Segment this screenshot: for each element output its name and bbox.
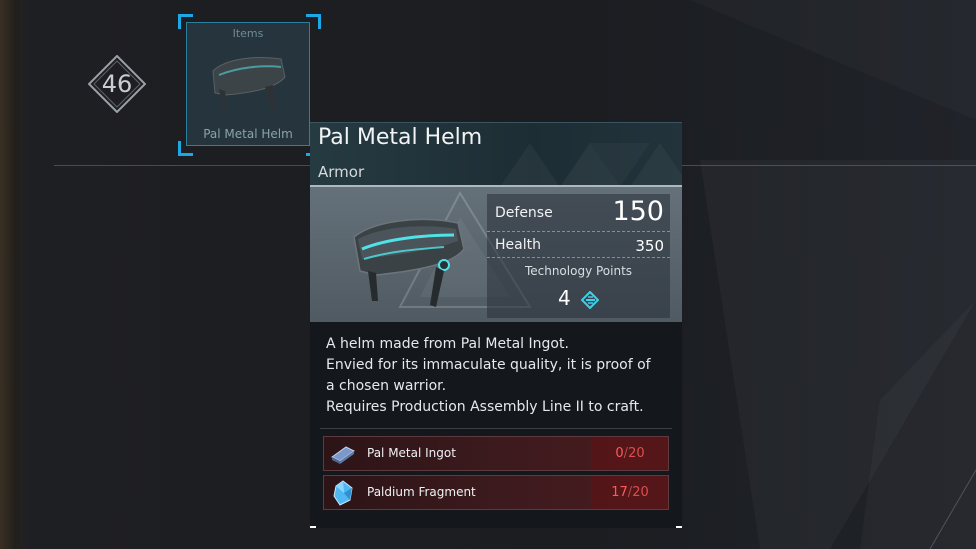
item-description-area: A helm made from Pal Metal Ingot. Envied…	[310, 322, 682, 428]
material-have: 0	[615, 446, 624, 461]
required-materials: Pal Metal Ingot 0/20 Paldium Fragment 17…	[310, 428, 682, 528]
slot-item-name: Pal Metal Helm	[203, 127, 293, 141]
description-line: Envied for its immaculate quality, it is…	[326, 357, 651, 373]
description-line: Requires Production Assembly Line II to …	[326, 399, 644, 415]
material-name: Paldium Fragment	[367, 485, 476, 499]
stat-defense: Defense 150	[487, 194, 670, 232]
material-row-paldium-fragment: Paldium Fragment 17/20	[323, 475, 669, 510]
helm-icon	[212, 57, 286, 111]
item-stats: Defense 150 Health 350 Technology Points…	[487, 194, 670, 318]
background-edge	[0, 0, 22, 549]
tooltip-header: Pal Metal Helm Armor	[310, 122, 682, 187]
technology-points: 4	[487, 286, 670, 310]
stat-health: Health 350	[487, 232, 670, 258]
description-line: A helm made from Pal Metal Ingot.	[326, 336, 569, 352]
stat-label: Defense	[495, 205, 553, 221]
material-row-pal-metal-ingot: Pal Metal Ingot 0/20	[323, 436, 669, 471]
stat-label: Health	[495, 237, 541, 253]
helm-image-icon	[353, 218, 465, 307]
slot-category: Items	[232, 27, 264, 40]
selection-corner	[306, 14, 321, 29]
material-need: 20	[632, 485, 649, 500]
header-triangle-pattern	[500, 143, 682, 187]
selection-corner	[178, 14, 193, 29]
material-count: 17/20	[592, 476, 668, 509]
panel-corner-tick	[310, 526, 316, 528]
paldium-icon	[333, 480, 353, 506]
item-tooltip: Pal Metal Helm Armor Defense 150 Health …	[310, 122, 682, 528]
technology-points-label: Technology Points	[524, 264, 633, 278]
item-type: Armor	[318, 163, 365, 181]
stat-value: 350	[635, 237, 664, 255]
description-line: a chosen warrior.	[326, 378, 447, 394]
selection-corner	[178, 141, 193, 156]
technology-point-icon	[581, 290, 600, 309]
item-description: A helm made from Pal Metal Ingot. Envied…	[326, 334, 671, 418]
material-name: Pal Metal Ingot	[367, 446, 456, 460]
technology-points-value: 4	[557, 286, 571, 310]
material-need: 20	[628, 446, 645, 461]
ingot-icon	[331, 446, 355, 464]
item-title: Pal Metal Helm	[318, 125, 483, 150]
material-count: 0/20	[592, 437, 668, 470]
player-level: 46	[101, 70, 133, 98]
material-have: 17	[611, 485, 628, 500]
materials-divider	[320, 428, 672, 429]
stat-value: 150	[612, 196, 664, 227]
item-preview-area: Defense 150 Health 350 Technology Points…	[310, 187, 682, 322]
panel-corner-tick	[676, 526, 682, 528]
item-slot-pal-metal-helm[interactable]: Items Pal Metal Helm	[186, 22, 310, 146]
